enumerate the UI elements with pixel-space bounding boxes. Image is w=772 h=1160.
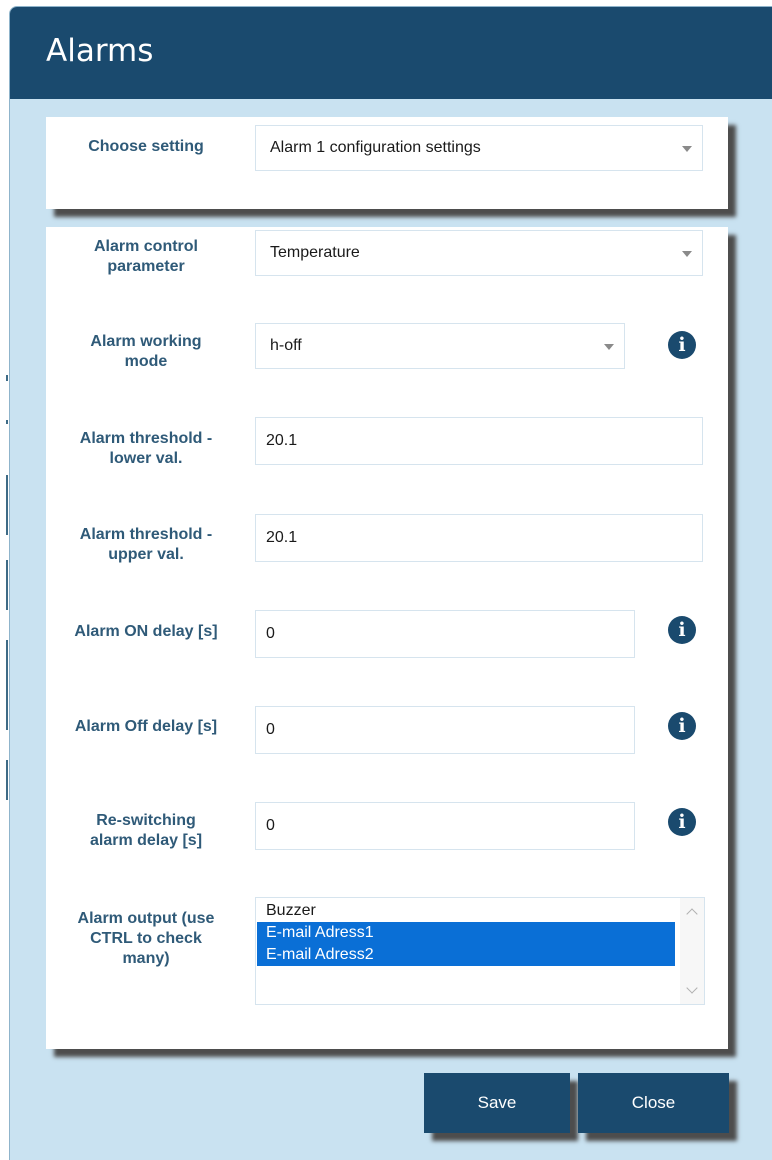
- page: Alarms Choose setting Alarm 1 configurat…: [0, 0, 772, 1160]
- threshold-upper-input[interactable]: 20.1: [255, 514, 703, 562]
- threshold-lower-value: 20.1: [266, 432, 298, 449]
- reswitching-delay-label: Re-switching alarm delay [s]: [46, 811, 246, 851]
- listbox-option-buzzer[interactable]: Buzzer: [257, 900, 675, 922]
- dialog-title: Alarms: [46, 33, 154, 69]
- chevron-down-icon: [682, 146, 692, 152]
- control-parameter-label-line2: parameter: [107, 258, 185, 275]
- edge-tick: [6, 760, 8, 800]
- control-parameter-label: Alarm control parameter: [46, 237, 246, 277]
- control-parameter-select[interactable]: Temperature: [255, 230, 703, 276]
- working-mode-value: h-off: [270, 337, 302, 354]
- edge-tick: [6, 420, 8, 424]
- off-delay-input[interactable]: 0: [255, 706, 635, 754]
- chevron-down-icon: [604, 344, 614, 350]
- alarm-output-label-line2: CTRL to check: [90, 930, 202, 947]
- threshold-lower-label: Alarm threshold - lower val.: [46, 429, 246, 469]
- off-delay-label: Alarm Off delay [s]: [74, 718, 218, 735]
- chevron-down-icon: [682, 251, 692, 257]
- reswitching-delay-label-line1: Re-switching: [96, 812, 196, 829]
- info-icon[interactable]: i: [668, 616, 696, 644]
- info-icon[interactable]: i: [668, 712, 696, 740]
- choose-setting-value: Alarm 1 configuration settings: [270, 139, 481, 156]
- listbox-option-email-adress1[interactable]: E-mail Adress1: [257, 922, 675, 944]
- threshold-upper-label-line1: Alarm threshold -: [79, 526, 213, 543]
- on-delay-value: 0: [266, 625, 275, 642]
- edge-tick: [6, 560, 8, 610]
- edge-tick: [6, 640, 8, 730]
- alarms-dialog: Alarms Choose setting Alarm 1 configurat…: [9, 6, 772, 1160]
- threshold-lower-label-line2: lower val.: [109, 450, 183, 467]
- threshold-lower-input[interactable]: 20.1: [255, 417, 703, 465]
- info-icon[interactable]: i: [668, 808, 696, 836]
- threshold-lower-label-line1: Alarm threshold -: [79, 430, 213, 447]
- working-mode-label: Alarm working mode: [46, 332, 246, 372]
- window-left-edge: [0, 0, 8, 1160]
- info-icon[interactable]: i: [668, 331, 696, 359]
- listbox-scrollbar[interactable]: [680, 898, 704, 1004]
- on-delay-label: Alarm ON delay [s]: [74, 623, 218, 640]
- alarm-output-listbox[interactable]: Buzzer E-mail Adress1 E-mail Adress2: [255, 897, 705, 1005]
- threshold-upper-label-line2: upper val.: [108, 546, 184, 563]
- alarm-output-label-line3: many): [122, 950, 170, 967]
- dialog-titlebar: Alarms: [10, 7, 772, 99]
- reswitching-delay-input[interactable]: 0: [255, 802, 635, 850]
- control-parameter-label-line1: Alarm control: [93, 238, 198, 255]
- working-mode-label-line2: mode: [124, 353, 168, 370]
- choose-setting-panel: Choose setting Alarm 1 configuration set…: [46, 117, 728, 209]
- save-button[interactable]: Save: [424, 1073, 570, 1133]
- alarm-output-label: Alarm output (use CTRL to check many): [46, 909, 246, 969]
- alarm-output-label-line1: Alarm output (use: [77, 910, 215, 927]
- off-delay-value: 0: [266, 721, 275, 738]
- edge-tick: [6, 375, 8, 381]
- close-button[interactable]: Close: [578, 1073, 729, 1133]
- threshold-upper-value: 20.1: [266, 529, 298, 546]
- on-delay-input[interactable]: 0: [255, 610, 635, 658]
- working-mode-select[interactable]: h-off: [255, 323, 625, 369]
- working-mode-label-line1: Alarm working: [90, 333, 202, 350]
- reswitching-delay-value: 0: [266, 817, 275, 834]
- scroll-up-icon[interactable]: [686, 908, 698, 920]
- control-parameter-value: Temperature: [270, 244, 360, 261]
- choose-setting-select[interactable]: Alarm 1 configuration settings: [255, 125, 703, 171]
- scroll-down-icon[interactable]: [686, 982, 698, 994]
- listbox-option-email-adress2[interactable]: E-mail Adress2: [257, 944, 675, 966]
- edge-tick: [6, 475, 8, 535]
- choose-setting-label: Choose setting: [88, 138, 204, 155]
- reswitching-delay-label-line2: alarm delay [s]: [89, 832, 203, 849]
- threshold-upper-label: Alarm threshold - upper val.: [46, 525, 246, 565]
